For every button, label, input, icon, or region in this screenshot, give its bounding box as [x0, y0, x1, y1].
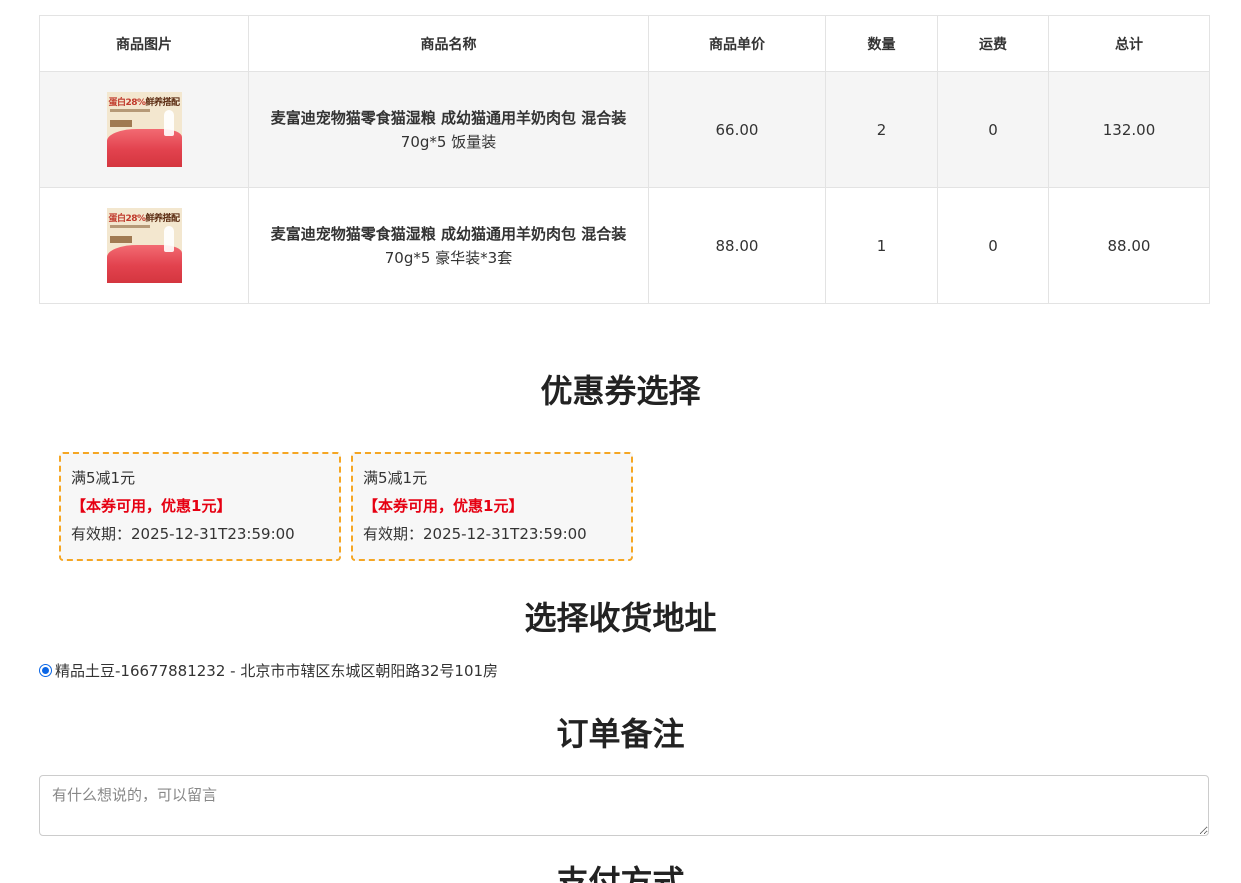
product-image[interactable]: 蛋白28%鲜养搭配	[106, 208, 182, 283]
header-image: 商品图片	[39, 15, 249, 72]
table-header-row: 商品图片 商品名称 商品单价 数量 运费 总计	[39, 15, 1210, 72]
coupon-name: 满5减1元	[363, 469, 428, 487]
header-total: 总计	[1048, 15, 1210, 72]
cart-table: 商品图片 商品名称 商品单价 数量 运费 总计 蛋白28%鲜养搭配 麦富迪宠物猫…	[39, 15, 1210, 304]
product-image-decor	[109, 109, 150, 112]
coupon-section-title: 优惠券选择	[540, 372, 701, 410]
payment-section-title: 支付方式	[556, 863, 685, 883]
coupon-validity: 有效期：2025-12-31T23:59:00	[71, 525, 295, 543]
table-row: 蛋白28%鲜养搭配 麦富迪宠物猫零食猫湿粮 成幼猫通用羊奶肉包 混合装 70g*…	[39, 187, 1210, 304]
product-image-text: 蛋白28%鲜养搭配	[108, 98, 181, 108]
header-shipping: 运费	[937, 15, 1049, 72]
product-price: 66.00	[648, 71, 826, 188]
product-shipping: 0	[937, 71, 1049, 188]
product-total: 132.00	[1048, 71, 1210, 188]
address-option[interactable]: 精品土豆-16677881232 - 北京市市辖区东城区朝阳路32号101房	[39, 660, 498, 681]
product-image-decor	[109, 120, 132, 127]
product-name-spec: 70g*5 饭量装	[400, 132, 497, 151]
product-shipping: 0	[937, 187, 1049, 304]
product-price: 88.00	[648, 187, 826, 304]
product-total: 88.00	[1048, 187, 1210, 304]
checkout-page: 商品图片 商品名称 商品单价 数量 运费 总计 蛋白28%鲜养搭配 麦富迪宠物猫…	[0, 0, 1241, 883]
product-image-decor	[109, 225, 150, 228]
address-section-title: 选择收货地址	[524, 599, 717, 637]
coupon-status: 【本券可用，优惠1元】	[363, 497, 524, 515]
product-qty: 1	[825, 187, 938, 304]
coupon-status: 【本券可用，优惠1元】	[71, 497, 232, 515]
product-image-text: 蛋白28%鲜养搭配	[108, 214, 181, 224]
product-image-decor	[163, 226, 174, 252]
coupon-validity: 有效期：2025-12-31T23:59:00	[363, 525, 587, 543]
product-image-decor	[163, 110, 174, 136]
address-text: 精品土豆-16677881232 - 北京市市辖区东城区朝阳路32号101房	[55, 662, 499, 680]
address-radio[interactable]	[39, 664, 52, 677]
remark-input[interactable]	[39, 775, 1209, 836]
product-name-spec: 70g*5 豪华装*3套	[384, 248, 513, 267]
product-image-decor	[109, 236, 132, 243]
product-name-main: 麦富迪宠物猫零食猫湿粮 成幼猫通用羊奶肉包 混合装	[270, 224, 627, 243]
product-name[interactable]: 麦富迪宠物猫零食猫湿粮 成幼猫通用羊奶肉包 混合装 70g*5 饭量装	[248, 71, 649, 188]
header-price: 商品单价	[648, 15, 826, 72]
table-row: 蛋白28%鲜养搭配 麦富迪宠物猫零食猫湿粮 成幼猫通用羊奶肉包 混合装 70g*…	[39, 71, 1210, 188]
product-qty: 2	[825, 71, 938, 188]
coupon-card[interactable]: 满5减1元 【本券可用，优惠1元】 有效期：2025-12-31T23:59:0…	[351, 452, 633, 561]
header-qty: 数量	[825, 15, 938, 72]
coupon-card[interactable]: 满5减1元 【本券可用，优惠1元】 有效期：2025-12-31T23:59:0…	[59, 452, 341, 561]
coupon-name: 满5减1元	[71, 469, 136, 487]
product-image-cell: 蛋白28%鲜养搭配	[39, 187, 249, 304]
product-name[interactable]: 麦富迪宠物猫零食猫湿粮 成幼猫通用羊奶肉包 混合装 70g*5 豪华装*3套	[248, 187, 649, 304]
product-image-cell: 蛋白28%鲜养搭配	[39, 71, 249, 188]
remark-section-title: 订单备注	[556, 715, 685, 753]
header-name: 商品名称	[248, 15, 649, 72]
product-name-main: 麦富迪宠物猫零食猫湿粮 成幼猫通用羊奶肉包 混合装	[270, 108, 627, 127]
product-image[interactable]: 蛋白28%鲜养搭配	[106, 92, 182, 167]
